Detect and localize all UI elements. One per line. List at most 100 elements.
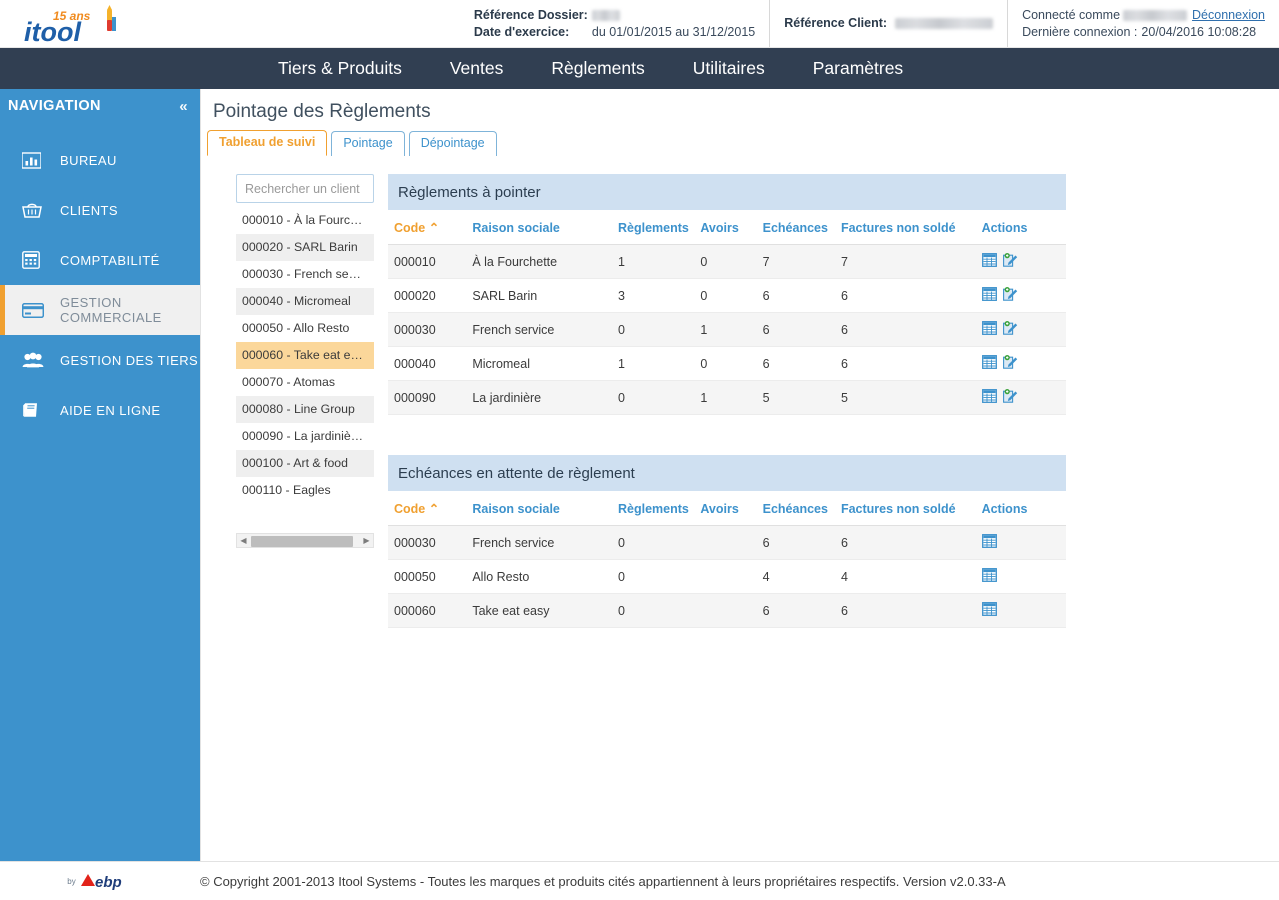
col-header-reglements[interactable]: Règlements (612, 491, 694, 526)
header-spacer (215, 0, 460, 47)
cell-raison: Take eat easy (466, 594, 612, 628)
sidebar: NAVIGATION « BUREAU (0, 89, 200, 861)
nav-item-parametres[interactable]: Paramètres (789, 48, 927, 89)
cell-code: 000040 (388, 347, 466, 381)
sidebar-list: BUREAU CLIENTS (0, 135, 200, 435)
cell-code: 000050 (388, 560, 466, 594)
edit-icon[interactable] (1003, 355, 1018, 372)
col-header-actions: Actions (976, 210, 1066, 245)
cell-code: 000030 (388, 313, 466, 347)
table-row-clipped[interactable]: 000060 Take eat easy 0 6 6 (388, 594, 1066, 628)
sidebar-item-label: GESTION DES TIERS (60, 353, 198, 368)
scrollbar-thumb[interactable] (251, 536, 353, 547)
content-area: Pointage des Règlements Tableau de suivi… (200, 89, 1279, 861)
client-list-item[interactable]: 000020 - SARL Barin (236, 234, 374, 261)
client-list-item[interactable]: 000040 - Micromeal (236, 288, 374, 315)
col-header-echeances[interactable]: Echéances (757, 210, 835, 245)
cell-raison: La jardinière (466, 381, 612, 415)
grid-icon[interactable] (982, 287, 997, 304)
client-list-item[interactable]: 000010 - À la Fourc… (236, 207, 374, 234)
grid-icon[interactable] (982, 355, 997, 372)
connected-username-redacted (1123, 10, 1187, 21)
nav-item-ventes[interactable]: Ventes (426, 48, 528, 89)
col-header-factures-non-soldees[interactable]: Factures non soldé (835, 210, 976, 245)
table-row[interactable]: 000050 Allo Resto 0 4 4 (388, 560, 1066, 594)
col-header-echeances[interactable]: Echéances (757, 491, 835, 526)
chevron-double-left-icon[interactable]: « (179, 99, 188, 114)
col-header-factures-non-soldees[interactable]: Factures non soldé (835, 491, 976, 526)
cell-raison: Micromeal (466, 347, 612, 381)
nav-item-tiers-produits[interactable]: Tiers & Produits (250, 48, 426, 89)
col-header-raison-sociale[interactable]: Raison sociale (466, 491, 612, 526)
cell-raison: À la Fourchette (466, 245, 612, 279)
logo-wrap[interactable]: 15 ans itool (0, 0, 215, 47)
logout-link[interactable]: Déconnexion (1192, 7, 1265, 24)
cell-raison: French service (466, 526, 612, 560)
credit-card-icon (22, 301, 48, 319)
grid-icon[interactable] (982, 602, 997, 619)
grid-icon[interactable] (982, 321, 997, 338)
table-row[interactable]: 000030 French service 0 1 6 6 (388, 313, 1066, 347)
col-header-code[interactable]: Code ⌃ (388, 491, 466, 526)
sidebar-item-comptabilite[interactable]: COMPTABILITÉ (0, 235, 200, 285)
reglements-table-body: 000010 À la Fourchette 1 0 7 7 (388, 245, 1066, 415)
client-list-item[interactable]: 000070 - Atomas (236, 369, 374, 396)
cell-factures: 6 (835, 279, 976, 313)
table-row[interactable]: 000030 French service 0 6 6 (388, 526, 1066, 560)
client-list-item[interactable]: 000080 - Line Group (236, 396, 374, 423)
edit-icon[interactable] (1003, 321, 1018, 338)
table-row[interactable]: 000040 Micromeal 1 0 6 6 (388, 347, 1066, 381)
edit-icon[interactable] (1003, 253, 1018, 270)
cell-code: 000060 (388, 594, 466, 628)
client-list-item-selected[interactable]: 000060 - Take eat e… (236, 342, 374, 369)
client-list-scrollbar[interactable]: ◀ ▶ (236, 533, 374, 548)
last-login-label: Dernière connexion : (1022, 24, 1137, 41)
sidebar-item-gestion-des-tiers[interactable]: GESTION DES TIERS (0, 335, 200, 385)
tab-pointage[interactable]: Pointage (331, 131, 404, 156)
nav-item-utilitaires[interactable]: Utilitaires (669, 48, 789, 89)
edit-icon[interactable] (1003, 287, 1018, 304)
client-list-item[interactable]: 000050 - Allo Resto (236, 315, 374, 342)
cell-actions (976, 560, 1066, 594)
table-row[interactable]: 000090 La jardinière 0 1 5 5 (388, 381, 1066, 415)
col-header-raison-sociale[interactable]: Raison sociale (466, 210, 612, 245)
table-row[interactable]: 000010 À la Fourchette 1 0 7 7 (388, 245, 1066, 279)
col-header-avoirs[interactable]: Avoirs (694, 210, 756, 245)
client-search-input[interactable] (236, 174, 374, 203)
itool-logo-icon[interactable]: 15 ans itool (22, 3, 130, 45)
client-ref-block: Référence Client: (770, 0, 1008, 47)
grid-icon[interactable] (982, 568, 997, 585)
dossier-label: Référence Dossier: (474, 7, 592, 24)
cell-raison: French service (466, 313, 612, 347)
table-header-row: Code ⌃ Raison sociale Règlements Avoirs … (388, 491, 1066, 526)
cell-raison: Allo Resto (466, 560, 612, 594)
col-header-code[interactable]: Code ⌃ (388, 210, 466, 245)
nav-item-reglements[interactable]: Règlements (527, 48, 668, 89)
client-list-item[interactable]: 000030 - French se… (236, 261, 374, 288)
client-list-item[interactable]: 000090 - La jardiniè… (236, 423, 374, 450)
grid-icon[interactable] (982, 253, 997, 270)
cell-factures: 5 (835, 381, 976, 415)
col-header-reglements[interactable]: Règlements (612, 210, 694, 245)
sidebar-item-clients[interactable]: CLIENTS (0, 185, 200, 235)
scroll-right-arrow-icon[interactable]: ▶ (360, 536, 373, 545)
scroll-left-arrow-icon[interactable]: ◀ (237, 536, 250, 545)
grid-icon[interactable] (982, 389, 997, 406)
basket-icon (22, 201, 48, 219)
table-row[interactable]: 000020 SARL Barin 3 0 6 6 (388, 279, 1066, 313)
col-header-avoirs[interactable]: Avoirs (694, 491, 756, 526)
cell-actions (976, 381, 1066, 415)
sidebar-item-aide-en-ligne[interactable]: AIDE EN LIGNE (0, 385, 200, 435)
edit-icon[interactable] (1003, 389, 1018, 406)
main-navbar: Tiers & Produits Ventes Règlements Utili… (0, 48, 1279, 89)
client-ref-label: Référence Client: (784, 15, 887, 32)
client-list-item[interactable]: 000110 - Eagles (236, 477, 374, 504)
exercice-value: du 01/01/2015 au 31/12/2015 (592, 24, 755, 41)
client-list-item[interactable]: 000100 - Art & food (236, 450, 374, 477)
tab-depointage[interactable]: Dépointage (409, 131, 497, 156)
grid-icon[interactable] (982, 534, 997, 551)
page-title: Pointage des Règlements (201, 89, 1279, 123)
tab-tableau-de-suivi[interactable]: Tableau de suivi (207, 130, 327, 156)
sidebar-item-gestion-commerciale[interactable]: GESTION COMMERCIALE (0, 285, 200, 335)
sidebar-item-bureau[interactable]: BUREAU (0, 135, 200, 185)
